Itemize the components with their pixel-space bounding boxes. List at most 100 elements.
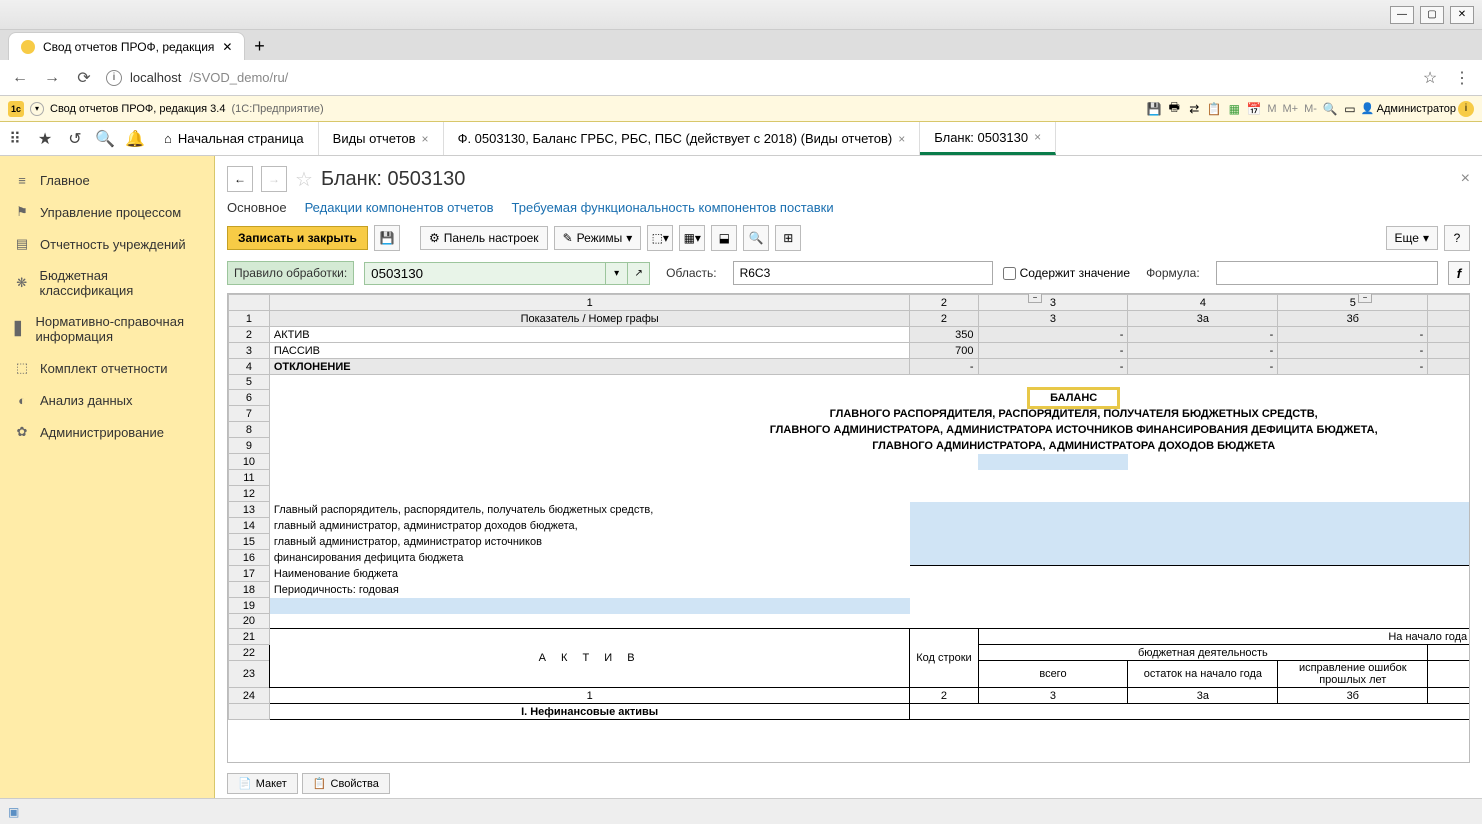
fx-button[interactable]: f <box>1448 261 1470 285</box>
tool-button-5[interactable]: ⊞ <box>775 225 801 251</box>
mem-m-button[interactable]: M <box>1265 103 1278 115</box>
col-header[interactable]: 3 <box>978 295 1128 311</box>
reload-button[interactable]: ⟳ <box>74 68 94 88</box>
close-icon[interactable]: × <box>1034 130 1041 144</box>
site-info-icon[interactable]: i <box>106 70 122 86</box>
cell[interactable]: 4 <box>1428 311 1470 327</box>
cell[interactable]: 3б <box>1278 311 1428 327</box>
row-header[interactable]: 1 <box>229 311 270 327</box>
search-icon[interactable]: 🔍 <box>90 122 120 156</box>
close-icon[interactable]: × <box>898 132 905 146</box>
sidebar-item-analysis[interactable]: ◐Анализ данных <box>0 384 214 416</box>
settings-panel-button[interactable]: ⚙ Панель настроек <box>420 226 548 250</box>
calendar-icon[interactable]: 📅 <box>1245 100 1263 118</box>
tab-report-types[interactable]: Виды отчетов × <box>319 122 444 155</box>
col-header[interactable]: 2 <box>910 295 978 311</box>
content-area: ← → ☆ Бланк: 0503130 × Основное Редакции… <box>215 156 1482 798</box>
page-forward-button[interactable]: → <box>261 166 287 192</box>
back-button[interactable]: ← <box>10 68 30 88</box>
cell[interactable]: 2 <box>910 311 978 327</box>
tab-blank-0503130[interactable]: Бланк: 0503130 × <box>920 122 1056 155</box>
close-icon[interactable]: × <box>422 132 429 146</box>
close-tab-icon[interactable]: ✕ <box>222 40 232 54</box>
grid-icon[interactable]: ▦ <box>1225 100 1243 118</box>
apps-grid-icon[interactable]: ⠿ <box>0 122 30 156</box>
close-page-button[interactable]: × <box>1461 170 1470 188</box>
area-input[interactable] <box>733 261 993 285</box>
history-icon[interactable]: ↺ <box>60 122 90 156</box>
tab-home[interactable]: ⌂ Начальная страница <box>150 122 319 155</box>
close-window-button[interactable]: ✕ <box>1450 6 1474 24</box>
col-header[interactable]: 5 <box>1278 295 1428 311</box>
rule-dropdown-button[interactable]: ▾ <box>605 263 627 284</box>
sidebar-item-admin[interactable]: ✿Администрирование <box>0 416 214 448</box>
nav-link-revisions[interactable]: Редакции компонентов отчетов <box>305 200 494 215</box>
sidebar-item-reporting[interactable]: ▤Отчетность учреждений <box>0 228 214 260</box>
contains-checkbox-label[interactable]: Содержит значение <box>1003 266 1130 280</box>
info-icon[interactable]: i <box>1458 101 1474 117</box>
modes-button[interactable]: ✎ Режимы ▾ <box>554 226 642 250</box>
collapse-handle-2[interactable]: − <box>1358 293 1372 303</box>
status-icon[interactable]: ▣ <box>8 805 19 819</box>
menu-icon[interactable]: ⋮ <box>1452 68 1472 88</box>
sidebar-item-budget[interactable]: ❋Бюджетная классификация <box>0 260 214 306</box>
page-back-button[interactable]: ← <box>227 166 253 192</box>
cell[interactable]: 3а <box>1128 311 1278 327</box>
maximize-button[interactable]: ▢ <box>1420 6 1444 24</box>
formula-input[interactable] <box>1216 261 1438 285</box>
cell[interactable]: Показатель / Номер графы <box>269 311 910 327</box>
mem-mplus-button[interactable]: M+ <box>1281 103 1301 115</box>
col-header[interactable]: 4 <box>1128 295 1278 311</box>
clipboard-icon[interactable]: 📋 <box>1205 100 1223 118</box>
page-title: Бланк: 0503130 <box>321 168 465 191</box>
sidebar-item-reference[interactable]: ▋Нормативно-справочная информация <box>0 306 214 352</box>
favorite-toggle-icon[interactable]: ☆ <box>295 167 313 192</box>
bookmark-icon[interactable]: ☆ <box>1420 68 1440 88</box>
sidebar-item-process[interactable]: ⚑Управление процессом <box>0 196 214 228</box>
new-tab-button[interactable]: + <box>245 32 273 60</box>
save-button[interactable]: 💾 <box>374 225 400 251</box>
collapse-handle-1[interactable]: − <box>1028 293 1042 303</box>
nav-link-main[interactable]: Основное <box>227 200 287 215</box>
zoom-icon[interactable]: 🔍 <box>1321 100 1339 118</box>
notifications-icon[interactable]: 🔔 <box>120 122 150 156</box>
rule-open-button[interactable]: ↗ <box>627 263 649 284</box>
tab-form-0503130[interactable]: Ф. 0503130, Баланс ГРБС, РБС, ПБС (дейст… <box>444 122 921 155</box>
forward-button[interactable]: → <box>42 68 62 88</box>
more-button[interactable]: Еще ▾ <box>1386 226 1438 250</box>
rule-input[interactable] <box>365 263 605 284</box>
help-button[interactable]: ? <box>1444 225 1470 251</box>
list-icon: ▤ <box>14 236 30 252</box>
print-icon[interactable]: 🖶 <box>1165 100 1183 118</box>
browser-tab[interactable]: Свод отчетов ПРОФ, редакция ✕ <box>8 32 245 60</box>
sidebar-item-reportset[interactable]: ⬚Комплект отчетности <box>0 352 214 384</box>
tool-button-1[interactable]: ⬚▾ <box>647 225 673 251</box>
tool-button-4[interactable]: 🔍 <box>743 225 769 251</box>
window-icon[interactable]: ▭ <box>1341 100 1359 118</box>
tool-button-2[interactable]: ▦▾ <box>679 225 705 251</box>
save-icon[interactable]: 💾 <box>1145 100 1163 118</box>
cell[interactable]: 3 <box>978 311 1128 327</box>
dropdown-icon[interactable]: ▾ <box>30 102 44 116</box>
mem-mminus-button[interactable]: M- <box>1302 103 1319 115</box>
url-input[interactable]: i localhost/SVOD_demo/ru/ <box>106 70 1408 86</box>
col-header[interactable]: 1 <box>269 295 910 311</box>
tool-button-3[interactable]: ⬓ <box>711 225 737 251</box>
spreadsheet[interactable]: − − 1 2 3 4 5 6 7 8 1 Показатель / Номер… <box>227 293 1470 763</box>
compare-icon[interactable]: ⇄ <box>1185 100 1203 118</box>
bottom-tab-layout[interactable]: 📄 Макет <box>227 773 298 794</box>
sidebar-item-main[interactable]: ≡Главное <box>0 164 214 196</box>
corner-cell[interactable] <box>229 295 270 311</box>
bottom-tab-properties[interactable]: 📋 Свойства <box>302 773 390 794</box>
rule-label: Правило обработки: <box>227 261 354 285</box>
contains-checkbox[interactable] <box>1003 267 1016 280</box>
save-close-button[interactable]: Записать и закрыть <box>227 226 368 250</box>
minimize-button[interactable]: — <box>1390 6 1414 24</box>
col-header[interactable]: 6 <box>1428 295 1470 311</box>
status-bar: ▣ <box>0 798 1482 824</box>
favorites-icon[interactable]: ★ <box>30 122 60 156</box>
user-name: Администратор <box>1377 103 1456 115</box>
book-icon: ▋ <box>14 321 25 337</box>
nav-link-functionality[interactable]: Требуемая функциональность компонентов п… <box>512 200 834 215</box>
formula-label: Формула: <box>1140 262 1206 284</box>
